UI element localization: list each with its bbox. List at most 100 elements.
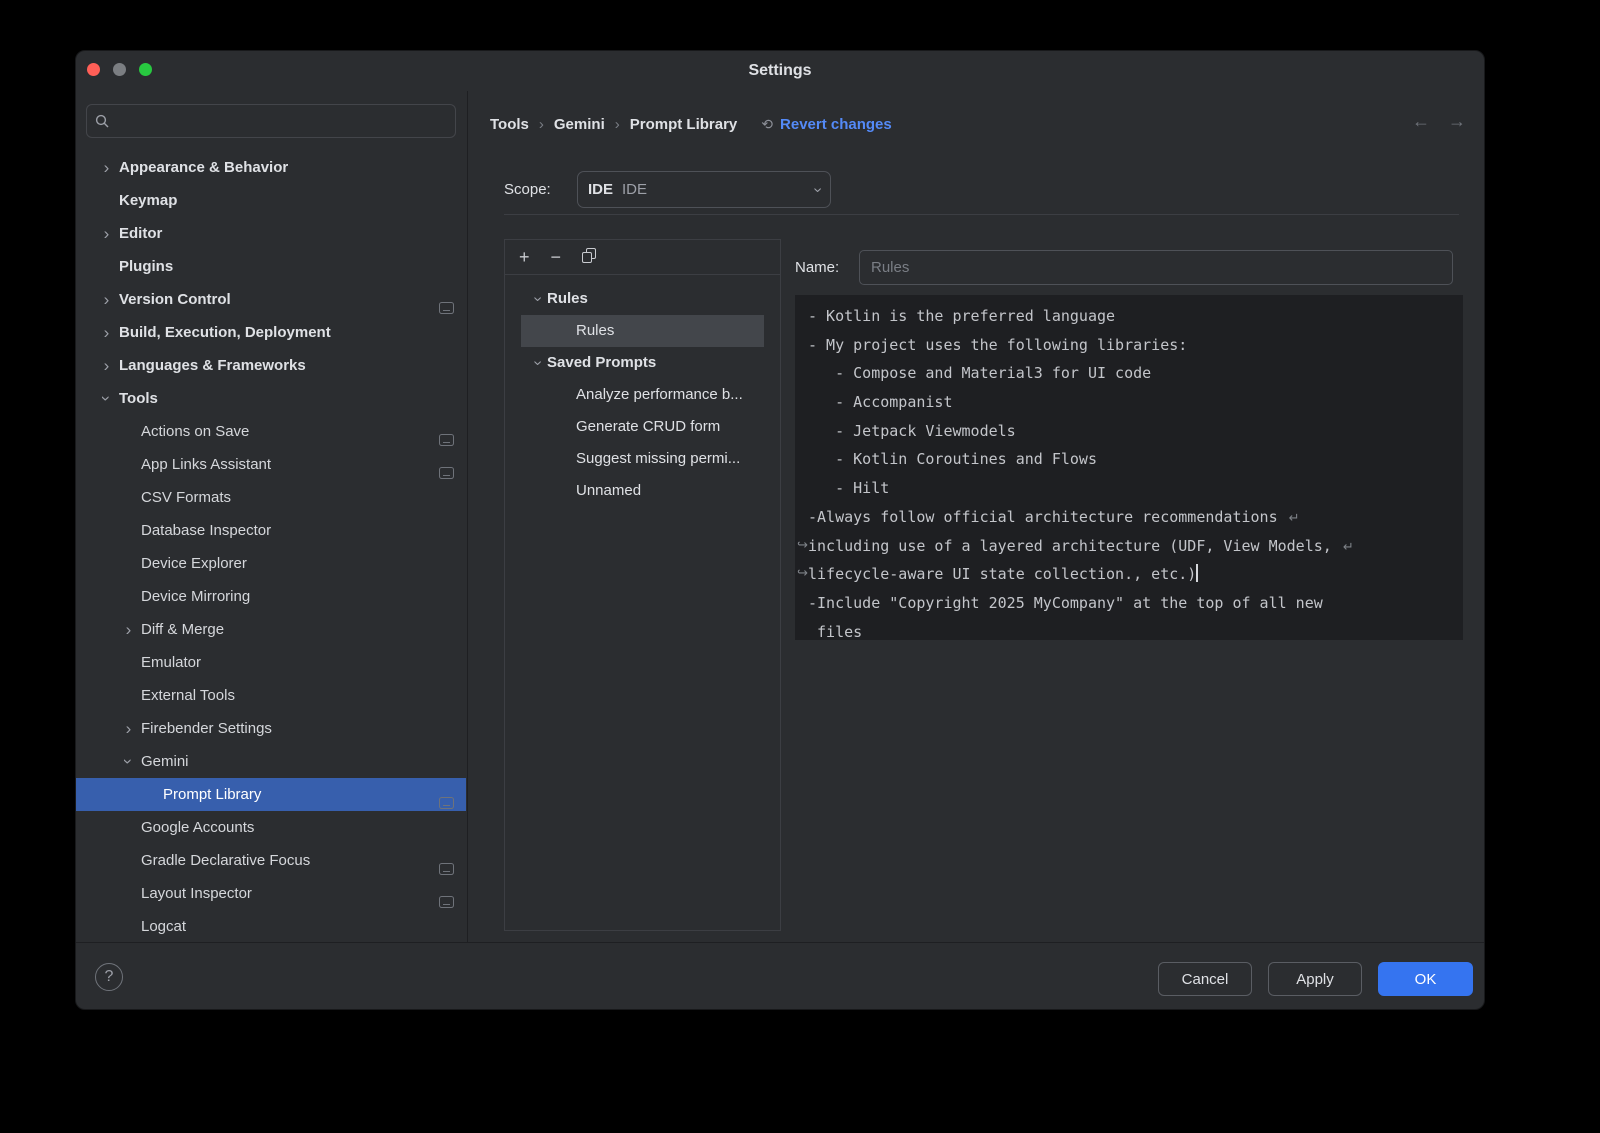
prompt-item-rules[interactable]: Rules bbox=[521, 315, 764, 347]
add-prompt-icon[interactable]: + bbox=[519, 248, 530, 266]
sidebar-item-appearance-behavior[interactable]: ›Appearance & Behavior bbox=[76, 151, 466, 184]
soft-wrap-icon: ↵ bbox=[1343, 540, 1354, 555]
revert-changes-link[interactable]: Revert changes bbox=[780, 116, 892, 133]
name-label: Name: bbox=[795, 259, 859, 276]
sidebar-item-actions-on-save[interactable]: Actions on Save bbox=[76, 415, 466, 448]
sidebar-item-layout-inspector[interactable]: Layout Inspector bbox=[76, 877, 466, 910]
editor-text: - My project uses the following librarie… bbox=[808, 336, 1187, 354]
editor-text: - Jetpack Viewmodels bbox=[808, 422, 1016, 440]
sidebar-item-editor[interactable]: ›Editor bbox=[76, 217, 466, 250]
prompt-toolbar: + − bbox=[505, 240, 780, 275]
sidebar-item-database-inspector[interactable]: Database Inspector bbox=[76, 514, 466, 547]
sidebar-item-label: Prompt Library bbox=[163, 786, 261, 803]
scope-dropdown[interactable]: IDE IDE › bbox=[577, 171, 831, 208]
chevron-right-icon[interactable]: › bbox=[94, 283, 119, 316]
sidebar-item-label: Logcat bbox=[141, 918, 186, 935]
chevron-down-icon: › bbox=[808, 187, 826, 192]
sidebar-item-label: Google Accounts bbox=[141, 819, 254, 836]
settings-content: Tools › Gemini › Prompt Library ⟲ Revert… bbox=[469, 91, 1484, 943]
footer-buttons: Cancel Apply OK bbox=[1158, 962, 1473, 996]
soft-wrap-icon: ↵ bbox=[1289, 511, 1300, 526]
revert-changes[interactable]: ⟲ Revert changes bbox=[761, 116, 891, 133]
editor-line: ↪including use of a layered architecture… bbox=[808, 532, 1463, 561]
prompt-item-unnamed[interactable]: Unnamed bbox=[521, 475, 764, 507]
prompt-group-rules[interactable]: ›Rules bbox=[521, 283, 764, 315]
editor-line: - Accompanist bbox=[808, 388, 1463, 417]
sidebar-item-device-mirroring[interactable]: Device Mirroring bbox=[76, 580, 466, 613]
chevron-right-icon[interactable]: › bbox=[94, 349, 119, 382]
cancel-button[interactable]: Cancel bbox=[1158, 962, 1252, 996]
sidebar-item-gemini[interactable]: ›Gemini bbox=[76, 745, 466, 778]
prompt-text-editor[interactable]: - Kotlin is the preferred language- My p… bbox=[795, 295, 1463, 640]
sidebar-item-gradle-declarative-focus[interactable]: Gradle Declarative Focus bbox=[76, 844, 466, 877]
editor-line: ↪lifecycle-aware UI state collection., e… bbox=[808, 560, 1463, 589]
remove-prompt-icon[interactable]: − bbox=[551, 248, 562, 266]
scope-value: IDE bbox=[622, 181, 815, 198]
sidebar-item-csv-formats[interactable]: CSV Formats bbox=[76, 481, 466, 514]
prompt-item-label: Rules bbox=[576, 322, 614, 339]
sidebar-item-app-links-assistant[interactable]: App Links Assistant bbox=[76, 448, 466, 481]
sidebar-item-device-explorer[interactable]: Device Explorer bbox=[76, 547, 466, 580]
breadcrumb-separator-icon: › bbox=[539, 116, 544, 133]
search-input[interactable] bbox=[116, 112, 447, 131]
sidebar-item-diff-merge[interactable]: ›Diff & Merge bbox=[76, 613, 466, 646]
chevron-right-icon[interactable]: › bbox=[94, 151, 119, 184]
chevron-down-icon[interactable]: › bbox=[522, 290, 554, 309]
prompt-item-suggest-missing-permi[interactable]: Suggest missing permi... bbox=[521, 443, 764, 475]
sidebar-item-version-control[interactable]: ›Version Control bbox=[76, 283, 466, 316]
revert-icon: ⟲ bbox=[761, 116, 773, 133]
editor-text: - Kotlin Coroutines and Flows bbox=[808, 450, 1097, 468]
window-title: Settings bbox=[76, 51, 1484, 91]
prompt-item-label: Unnamed bbox=[576, 482, 641, 499]
breadcrumb: Tools › Gemini › Prompt Library ⟲ Revert… bbox=[490, 109, 892, 139]
ok-button[interactable]: OK bbox=[1378, 962, 1473, 996]
prompt-item-analyze-performance-b[interactable]: Analyze performance b... bbox=[521, 379, 764, 411]
back-arrow-icon[interactable]: ← bbox=[1412, 111, 1430, 132]
sidebar-item-external-tools[interactable]: External Tools bbox=[76, 679, 466, 712]
settings-search-field[interactable] bbox=[86, 104, 456, 138]
sidebar-item-firebender-settings[interactable]: ›Firebender Settings bbox=[76, 712, 466, 745]
sidebar-item-label: External Tools bbox=[141, 687, 235, 704]
sidebar-item-emulator[interactable]: Emulator bbox=[76, 646, 466, 679]
help-button[interactable]: ? bbox=[95, 963, 123, 991]
chevron-right-icon[interactable]: › bbox=[94, 316, 119, 349]
scope-label: Scope: bbox=[504, 181, 577, 198]
sidebar-item-label: Build, Execution, Deployment bbox=[119, 324, 331, 341]
breadcrumb-tools[interactable]: Tools bbox=[490, 116, 529, 133]
prompt-item-generate-crud-form[interactable]: Generate CRUD form bbox=[521, 411, 764, 443]
sidebar-item-plugins[interactable]: Plugins bbox=[76, 250, 466, 283]
name-row: Name: bbox=[795, 249, 1453, 285]
forward-arrow-icon[interactable]: → bbox=[1448, 111, 1466, 132]
sidebar-item-languages-frameworks[interactable]: ›Languages & Frameworks bbox=[76, 349, 466, 382]
prompt-group-saved-prompts[interactable]: ›Saved Prompts bbox=[521, 347, 764, 379]
chevron-down-icon[interactable]: › bbox=[522, 354, 554, 373]
sidebar-item-build-execution-deployment[interactable]: ›Build, Execution, Deployment bbox=[76, 316, 466, 349]
editor-line: -Include "Copyright 2025 MyCompany" at t… bbox=[808, 589, 1463, 618]
breadcrumb-gemini[interactable]: Gemini bbox=[554, 116, 605, 133]
prompt-item-label: Generate CRUD form bbox=[576, 418, 720, 435]
apply-button[interactable]: Apply bbox=[1268, 962, 1362, 996]
editor-text: lifecycle-aware UI state collection., et… bbox=[808, 565, 1196, 583]
sidebar-item-label: CSV Formats bbox=[141, 489, 231, 506]
sidebar-item-label: Gradle Declarative Focus bbox=[141, 852, 310, 869]
sidebar-item-label: Firebender Settings bbox=[141, 720, 272, 737]
chevron-right-icon[interactable]: › bbox=[116, 712, 141, 745]
sidebar-item-prompt-library[interactable]: Prompt Library bbox=[76, 778, 466, 811]
chevron-right-icon[interactable]: › bbox=[94, 217, 119, 250]
chevron-down-icon[interactable]: › bbox=[90, 386, 123, 411]
history-nav: ← → bbox=[1412, 111, 1466, 132]
sidebar-item-label: Device Mirroring bbox=[141, 588, 250, 605]
sidebar-item-tools[interactable]: ›Tools bbox=[76, 382, 466, 415]
sidebar-item-google-accounts[interactable]: Google Accounts bbox=[76, 811, 466, 844]
sidebar-item-logcat[interactable]: Logcat bbox=[76, 910, 466, 943]
copy-prompt-icon[interactable] bbox=[582, 248, 596, 266]
prompt-name-input[interactable] bbox=[859, 250, 1453, 285]
sidebar-item-label: Gemini bbox=[141, 753, 189, 770]
chevron-down-icon[interactable]: › bbox=[112, 749, 145, 774]
sidebar-item-label: Version Control bbox=[119, 291, 231, 308]
prompt-list-panel: + − ›Rules Rules ›Saved PromptsAnalyze per… bbox=[504, 239, 781, 931]
chevron-right-icon[interactable]: › bbox=[116, 613, 141, 646]
sidebar-item-keymap[interactable]: Keymap bbox=[76, 184, 466, 217]
sidebar-item-label: Appearance & Behavior bbox=[119, 159, 288, 176]
sidebar-item-label: Device Explorer bbox=[141, 555, 247, 572]
